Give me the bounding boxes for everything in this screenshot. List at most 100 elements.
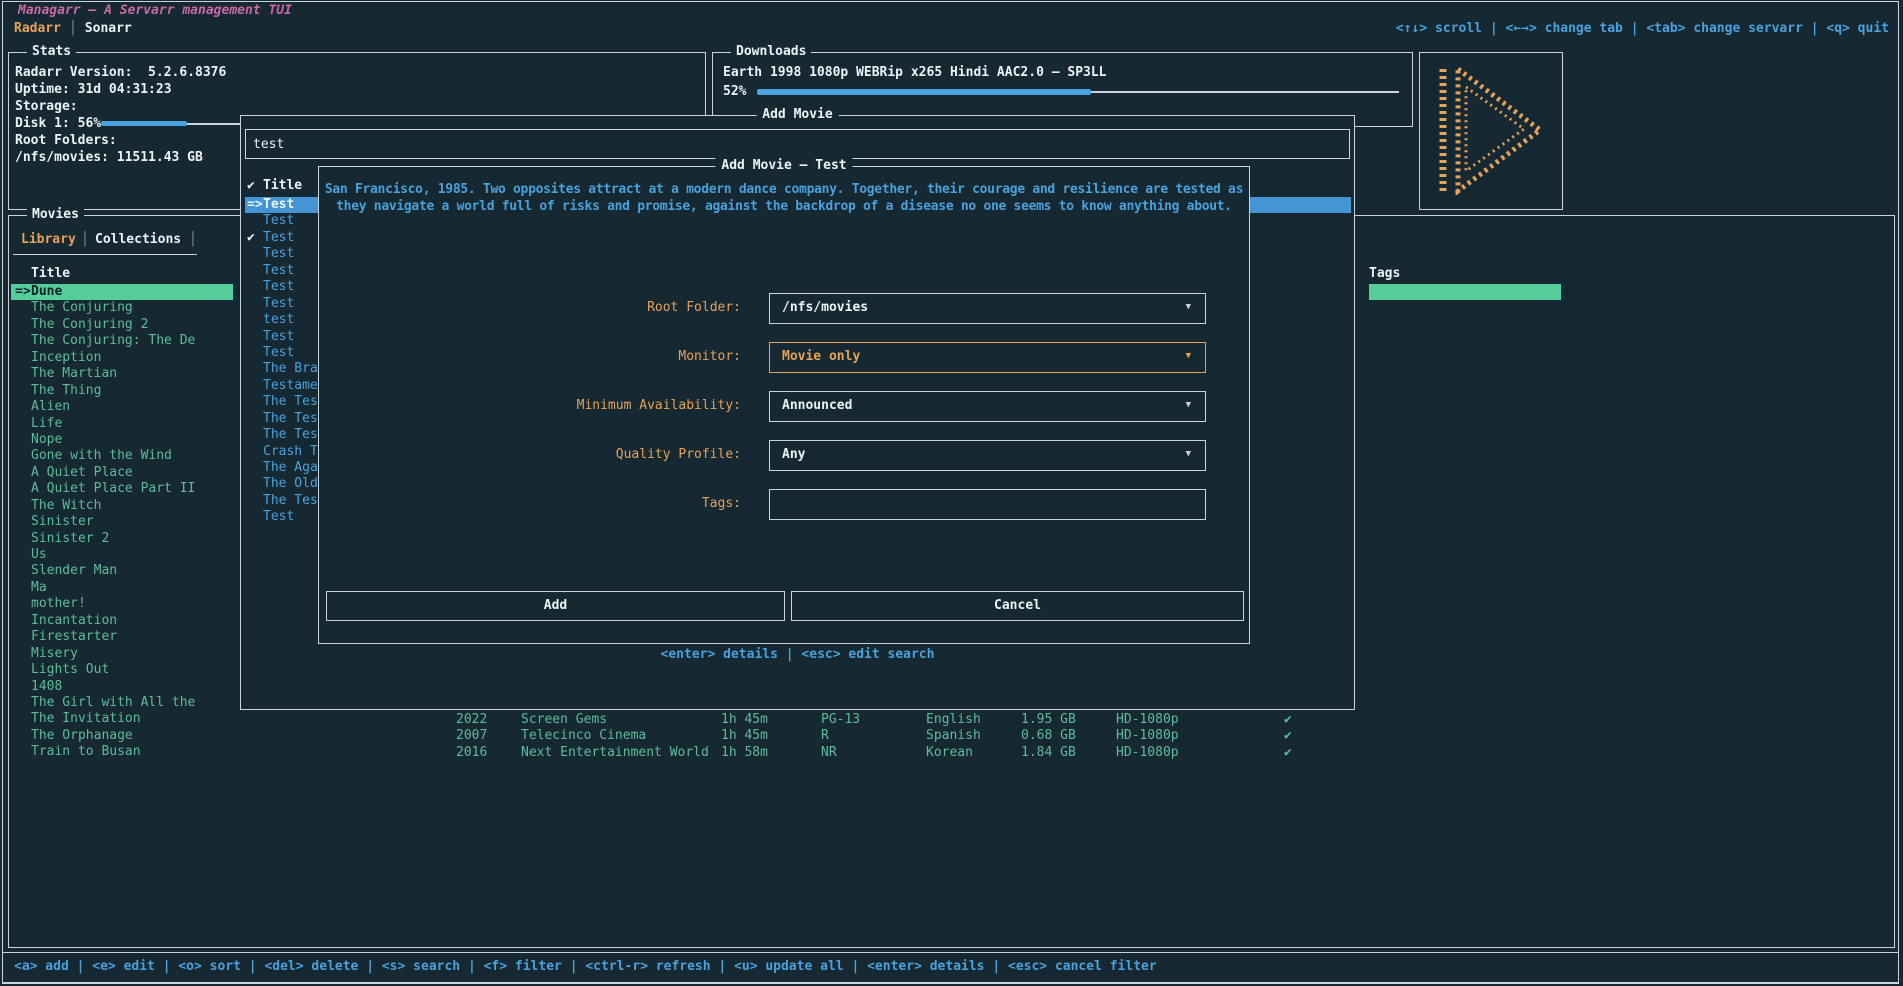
movie-list-item[interactable]: Alien <box>11 399 233 415</box>
monitored-check-icon: ✔ <box>1284 745 1292 761</box>
movie-detail-row[interactable]: 2022 Screen Gems 1h 45m PG-13 English 1.95 GB… <box>9 712 1561 728</box>
result-title: test <box>263 312 294 327</box>
field-dropdown[interactable]: /nfs/movies ▼ <box>769 293 1206 324</box>
top-keybinds-hint: <↑↓> scroll | <←→> change tab | <tab> ch… <box>1396 21 1889 36</box>
description-line: San Francisco, 1985. Two opposites attra… <box>319 182 1249 199</box>
movie-runtime: 1h 58m <box>721 745 768 761</box>
movie-list-item[interactable]: The Conjuring <box>11 300 233 316</box>
movie-list-item[interactable]: The Thing <box>11 383 233 399</box>
movie-list-item[interactable]: Ma <box>11 580 233 596</box>
movie-list-item[interactable]: The Girl with All the <box>11 695 233 711</box>
movie-list-item[interactable]: Incantation <box>11 613 233 629</box>
movie-list-item[interactable]: Nope <box>11 432 233 448</box>
movie-detail-row[interactable]: 2007Telecinco Cinema1h 45mRSpanish0.68 G… <box>9 728 1561 744</box>
movie-detail-row[interactable]: 2016Next Entertainment World1h 58mNRKore… <box>9 745 1561 761</box>
tab-separator: │ <box>61 21 85 36</box>
field-value: Any <box>782 447 805 462</box>
movie-list-item[interactable]: The Witch <box>11 498 233 514</box>
movies-list: =>Dune The Conjuring The Conjuring 2 The… <box>11 284 233 761</box>
movie-year: 2022 <box>456 712 487 728</box>
movie-title: Slender Man <box>31 563 117 578</box>
monitored-check-icon: ✔ <box>1284 712 1292 728</box>
movie-list-item[interactable]: Slender Man <box>11 563 233 579</box>
movie-list-item[interactable]: mother! <box>11 596 233 612</box>
download-progress-track <box>1091 91 1399 93</box>
root-folder-value: /nfs/movies: 11511.43 GB <box>15 150 203 165</box>
movies-panel-title: Movies <box>27 207 84 222</box>
servarr-tabs: Radarr│Sonarr <box>14 21 132 36</box>
movie-list-item[interactable]: Gone with the Wind <box>11 448 233 464</box>
modal-field-row: Quality Profile: Any ▼ <box>319 440 1249 489</box>
result-title: Test <box>263 246 294 261</box>
movie-title: A Quiet Place Part II <box>31 481 195 496</box>
movie-title: Nope <box>31 432 62 447</box>
managarr-app: Managarr — A Servarr management TUI Rada… <box>0 0 1903 986</box>
managarr-logo-icon <box>1436 65 1548 195</box>
tab-radarr[interactable]: Radarr <box>14 21 61 36</box>
movie-list-item[interactable]: The Martian <box>11 366 233 382</box>
movie-list-item[interactable]: Sinister <box>11 514 233 530</box>
cancel-button[interactable]: Cancel <box>791 591 1244 621</box>
uptime: Uptime: 31d 04:31:23 <box>15 82 172 97</box>
movie-year: 2007 <box>456 728 487 744</box>
add-movie-modal: Add Movie — Test San Francisco, 1985. Tw… <box>318 166 1250 644</box>
movie-search-input[interactable] <box>245 129 1350 159</box>
movie-list-item[interactable]: A Quiet Place <box>11 465 233 481</box>
description-line: they navigate a world full of risks and … <box>319 199 1249 216</box>
field-dropdown[interactable]: Announced ▼ <box>769 391 1206 422</box>
movie-list-item[interactable]: The Conjuring 2 <box>11 317 233 333</box>
movie-title: The Thing <box>31 383 101 398</box>
movie-studio: Screen Gems <box>521 712 607 728</box>
movie-language: English <box>926 712 981 728</box>
movie-title: The Conjuring 2 <box>31 317 148 332</box>
tab-sonarr[interactable]: Sonarr <box>85 21 132 36</box>
selection-marker: => <box>15 284 31 300</box>
movie-runtime: 1h 45m <box>721 712 768 728</box>
movie-list-item[interactable]: A Quiet Place Part II <box>11 481 233 497</box>
field-dropdown[interactable] <box>769 489 1206 520</box>
add-button[interactable]: Add <box>326 591 785 621</box>
chevron-down-icon: ▼ <box>1186 400 1191 410</box>
movie-list-item[interactable]: Misery <box>11 646 233 662</box>
download-percent: 52% <box>723 84 746 99</box>
field-label: Tags: <box>702 496 741 511</box>
field-dropdown[interactable]: Any ▼ <box>769 440 1206 471</box>
result-title: Testamen <box>263 378 326 393</box>
tab-collections[interactable]: Collections <box>95 232 181 247</box>
movie-quality-profile: HD-1080p <box>1116 745 1179 761</box>
movie-title: Firestarter <box>31 629 117 644</box>
movie-list-item[interactable]: =>Dune <box>11 284 233 300</box>
selection-marker: => <box>247 197 263 213</box>
result-title: The Aga' <box>263 460 326 475</box>
results-title-column-header: Title <box>263 178 302 193</box>
movie-title: Life <box>31 416 62 431</box>
movie-list-item[interactable]: Us <box>11 547 233 563</box>
movie-list-item[interactable]: The Conjuring: The De <box>11 333 233 349</box>
movie-title: The Witch <box>31 498 101 513</box>
movie-description: San Francisco, 1985. Two opposites attra… <box>319 182 1249 216</box>
tabs-underline <box>13 254 197 255</box>
movie-certification: PG-13 <box>821 712 860 728</box>
movie-language: Spanish <box>926 728 981 744</box>
result-title: The Test <box>263 411 326 426</box>
tab-library[interactable]: Library <box>21 232 76 247</box>
selected-row-tags-cell <box>1369 284 1561 300</box>
movie-studio: Next Entertainment World <box>521 745 709 761</box>
movie-list-item[interactable]: Inception <box>11 350 233 366</box>
movie-list-item[interactable]: Life <box>11 416 233 432</box>
movie-size: 1.95 GB <box>1021 712 1076 728</box>
field-value: /nfs/movies <box>782 300 868 315</box>
movie-list-item[interactable]: Firestarter <box>11 629 233 645</box>
movie-title: Sinister <box>31 514 94 529</box>
result-title: Test <box>263 263 294 278</box>
movie-list-item[interactable]: 1408 <box>11 679 233 695</box>
movie-list-item[interactable]: Sinister 2 <box>11 531 233 547</box>
movie-list-item[interactable]: Lights Out <box>11 662 233 678</box>
chevron-down-icon: ▼ <box>1186 449 1191 459</box>
movie-language: Korean <box>926 745 973 761</box>
field-dropdown[interactable]: Movie only ▼ <box>769 342 1206 373</box>
popup-keybinds-hint: <enter> details | <esc> edit search <box>241 647 1354 662</box>
result-title: The Test <box>263 493 326 508</box>
movie-title: Us <box>31 547 47 562</box>
movie-title: Alien <box>31 399 70 414</box>
